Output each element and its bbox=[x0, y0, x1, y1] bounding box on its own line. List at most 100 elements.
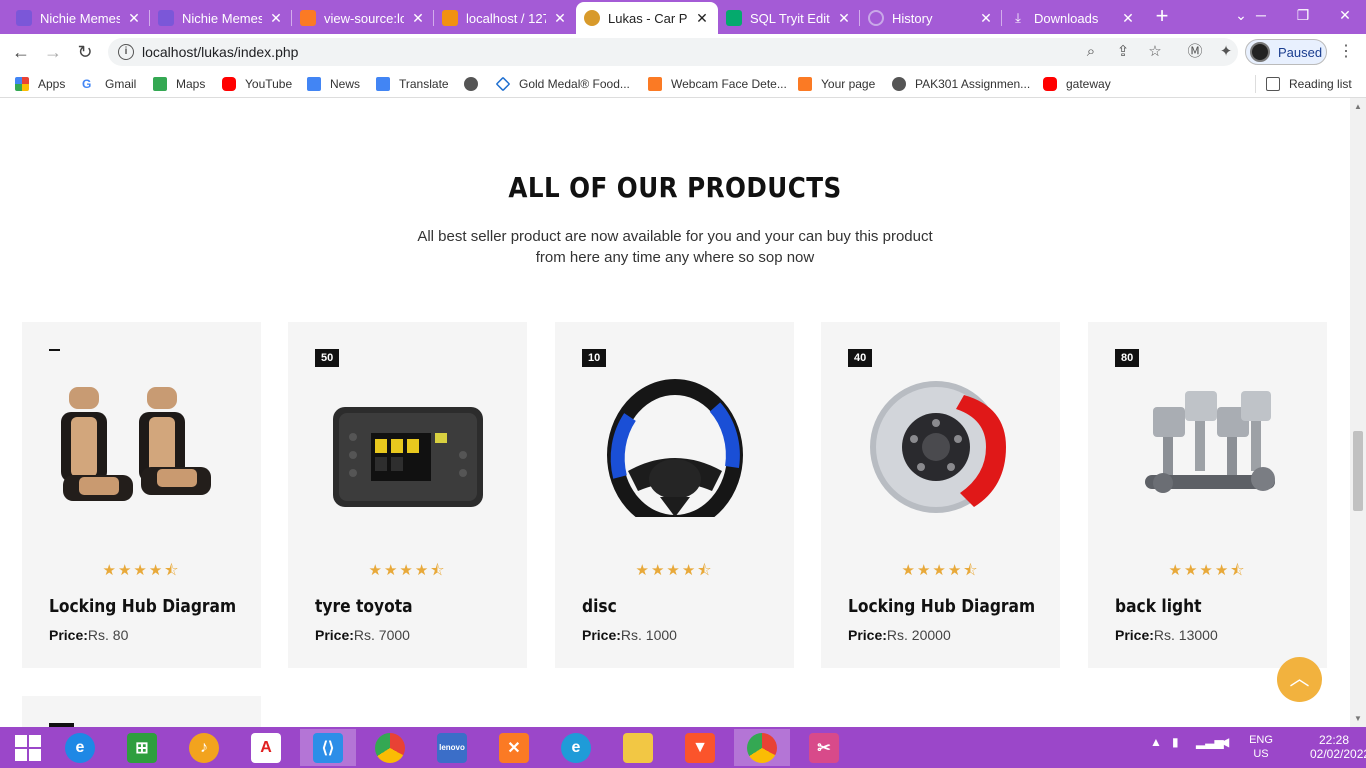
tab-sql-tryit[interactable]: SQL Tryit Edito ✕ bbox=[718, 2, 860, 34]
bookmark-news[interactable]: News bbox=[307, 76, 360, 92]
product-card[interactable] bbox=[22, 696, 261, 727]
bookmark-label: News bbox=[330, 77, 361, 91]
product-name[interactable]: Locking Hub Diagram bbox=[49, 596, 236, 617]
bookmark-label: Gmail bbox=[105, 77, 137, 91]
taskbar-chrome-active[interactable] bbox=[734, 729, 790, 766]
product-card[interactable]: 10 ★★★★⯪ disc Price:Rs. 1000 bbox=[555, 322, 794, 668]
description-line: from here any time any where so sop now bbox=[535, 249, 815, 266]
product-name[interactable]: back light bbox=[1115, 596, 1202, 617]
taskbar-xampp[interactable]: ✕ bbox=[486, 729, 542, 766]
extensions-puzzle-icon[interactable]: ✦ bbox=[1216, 42, 1236, 62]
taskbar-chrome[interactable] bbox=[362, 729, 418, 766]
scroll-down-arrow-icon[interactable]: ▼ bbox=[1354, 714, 1362, 723]
tab-phpmyadmin[interactable]: localhost / 127 ✕ bbox=[434, 2, 576, 34]
bookmark-gold-medal[interactable]: Gold Medal® Food... bbox=[495, 76, 630, 92]
extension-m-icon[interactable]: Ⓜ bbox=[1185, 42, 1205, 62]
language-indicator[interactable]: ENG US bbox=[1249, 733, 1273, 761]
internet-explorer-icon: e bbox=[65, 732, 95, 763]
tab-title: view-source:lo bbox=[324, 10, 404, 26]
bookmark-apps[interactable]: Apps bbox=[15, 76, 65, 92]
taskbar-edge[interactable]: e bbox=[548, 729, 604, 766]
bookmark-webcam-face[interactable]: Webcam Face Dete... bbox=[648, 76, 787, 92]
taskbar-store[interactable]: ⊞ bbox=[114, 729, 170, 766]
zoom-icon[interactable]: ⌕ bbox=[1082, 43, 1100, 61]
taskbar-lenovo[interactable]: lenovo bbox=[424, 729, 480, 766]
scroll-up-arrow-icon[interactable]: ▲ bbox=[1354, 102, 1362, 111]
taskbar-adobe-reader[interactable]: A bbox=[238, 729, 294, 766]
product-name[interactable]: disc bbox=[582, 596, 617, 617]
volume-icon[interactable]: ◀ bbox=[1220, 735, 1229, 749]
close-icon[interactable]: ✕ bbox=[126, 10, 142, 27]
bookmark-gmail[interactable]: G Gmail bbox=[82, 76, 136, 92]
scroll-to-top-button[interactable]: ︿ bbox=[1277, 657, 1322, 702]
taskbar-vscode[interactable]: ⟨⟩ bbox=[300, 729, 356, 766]
bookmark-star-icon[interactable]: ☆ bbox=[1146, 43, 1164, 61]
product-card[interactable]: 40 ★★★★⯪ Locking Hub Diagram Price:Rs. 2… bbox=[821, 322, 1060, 668]
product-card[interactable]: ★★★★⯪ Locking Hub Diagram Price:Rs. 80 bbox=[22, 322, 261, 668]
menu-dots-icon[interactable]: ⋮ bbox=[1338, 42, 1354, 62]
reading-list-label: Reading list bbox=[1289, 77, 1352, 91]
product-price: Price:Rs. 80 bbox=[49, 627, 128, 643]
xampp-icon bbox=[300, 10, 316, 26]
taskbar-internet-explorer[interactable]: e bbox=[52, 729, 108, 766]
tab-lukas-car-parts[interactable]: Lukas - Car Pa ✕ bbox=[576, 2, 718, 34]
minimize-button[interactable]: ─ bbox=[1240, 0, 1282, 32]
product-name[interactable]: tyre toyota bbox=[315, 596, 413, 617]
product-card[interactable]: 80 ★★★★⯪ back light Price:Rs. 13000 bbox=[1088, 322, 1327, 668]
profile-button[interactable]: Paused bbox=[1245, 39, 1327, 65]
share-icon[interactable]: ⇪ bbox=[1114, 43, 1132, 61]
discount-badge: 40 bbox=[848, 349, 873, 367]
bookmark-label: Translate bbox=[399, 77, 449, 91]
bookmark-gateway[interactable]: gateway bbox=[1043, 76, 1111, 92]
site-info-icon[interactable]: i bbox=[118, 44, 134, 60]
system-clock[interactable]: 22:28 02/02/2022 bbox=[1310, 733, 1366, 761]
product-name[interactable]: Locking Hub Diagram bbox=[848, 596, 1035, 617]
tab-nichie-memes-2[interactable]: Nichie Memes ✕ bbox=[150, 2, 292, 34]
bookmark-globe[interactable] bbox=[464, 76, 487, 92]
w3-icon bbox=[726, 10, 742, 26]
bookmark-your-page[interactable]: Your page bbox=[798, 76, 875, 92]
product-card[interactable]: 50 ★★★★⯪ tyre toyota Price:Rs. 7000 bbox=[288, 322, 527, 668]
bookmark-youtube[interactable]: YouTube bbox=[222, 76, 292, 92]
forward-arrow-icon[interactable]: → bbox=[41, 40, 65, 64]
tab-history[interactable]: History ✕ bbox=[860, 2, 1002, 34]
bookmark-label: Gold Medal® Food... bbox=[519, 77, 630, 91]
taskbar-snipping-tool[interactable]: ✂ bbox=[796, 729, 852, 766]
language-code: ENG bbox=[1249, 734, 1273, 746]
tab-downloads[interactable]: ⤓ Downloads ✕ bbox=[1002, 2, 1144, 34]
reload-icon[interactable]: ↻ bbox=[73, 40, 97, 64]
reading-list-icon bbox=[1266, 77, 1280, 91]
taskbar-brave[interactable]: ▼ bbox=[672, 729, 728, 766]
bookmark-translate[interactable]: Translate bbox=[376, 76, 449, 92]
restore-button[interactable]: ❐ bbox=[1282, 0, 1324, 32]
battery-icon[interactable]: ▮ bbox=[1172, 735, 1179, 749]
close-icon[interactable]: ✕ bbox=[836, 10, 852, 27]
bookmark-label: PAK301 Assignmen... bbox=[915, 77, 1031, 91]
url-text[interactable]: localhost/lukas/index.php bbox=[142, 44, 298, 60]
tray-chevron-up-icon[interactable]: ▲ bbox=[1150, 735, 1162, 749]
price-value: Rs. 7000 bbox=[353, 627, 410, 643]
youtube-icon bbox=[1043, 77, 1057, 91]
taskbar-file-explorer[interactable] bbox=[610, 729, 666, 766]
new-tab-button[interactable]: + bbox=[1150, 5, 1174, 29]
close-icon[interactable]: ✕ bbox=[410, 10, 426, 27]
close-window-button[interactable]: ✕ bbox=[1324, 0, 1366, 32]
bookmark-maps[interactable]: Maps bbox=[153, 76, 205, 92]
start-button[interactable] bbox=[0, 729, 56, 766]
page-scrollbar[interactable]: ▲ ▼ bbox=[1350, 98, 1366, 727]
tab-view-source[interactable]: view-source:lo ✕ bbox=[292, 2, 434, 34]
description-line: All best seller product are now availabl… bbox=[417, 228, 933, 245]
address-bar[interactable]: i localhost/lukas/index.php ⌕ ⇪ ☆ bbox=[108, 38, 1238, 66]
tab-nichie-memes-1[interactable]: Nichie Memes ✕ bbox=[8, 2, 150, 34]
close-icon[interactable]: ✕ bbox=[1120, 10, 1136, 27]
scrollbar-thumb[interactable] bbox=[1353, 431, 1363, 511]
close-icon[interactable]: ✕ bbox=[694, 10, 710, 27]
taskbar-music-player[interactable]: ♪ bbox=[176, 729, 232, 766]
close-icon[interactable]: ✕ bbox=[268, 10, 284, 27]
back-arrow-icon[interactable]: ← bbox=[9, 40, 33, 64]
close-icon[interactable]: ✕ bbox=[978, 10, 994, 27]
reading-list-button[interactable]: Reading list bbox=[1266, 76, 1352, 92]
bookmark-pak301[interactable]: PAK301 Assignmen... bbox=[892, 76, 1030, 92]
close-icon[interactable]: ✕ bbox=[552, 10, 568, 27]
rating-stars: ★★★★⯪ bbox=[1168, 562, 1247, 579]
